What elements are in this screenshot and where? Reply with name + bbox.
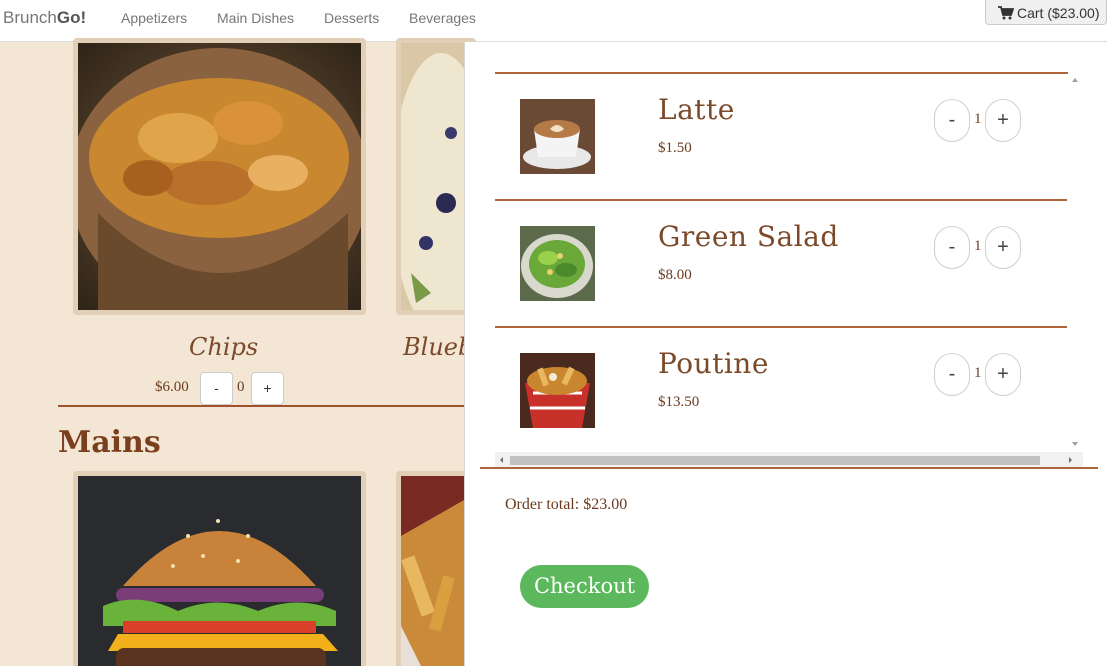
brand-bold: Go! [56,8,87,27]
nav-link-main-dishes[interactable]: Main Dishes [217,10,294,26]
navbar: BrunchGo! Appetizers Main Dishes Dessert… [0,0,1107,42]
nav-link-desserts[interactable]: Desserts [324,10,379,26]
nav-link-beverages[interactable]: Beverages [409,10,476,26]
checkout-button[interactable]: Checkout [520,565,649,608]
cart-item-name: Poutine [658,347,769,380]
cart-footer-divider [480,467,1098,469]
cart-list-top-divider [495,72,1068,74]
brand-logo[interactable]: BrunchGo! [3,8,86,28]
cart-item-price: $13.50 [658,394,700,410]
horizontal-scroll-thumb[interactable] [510,456,1040,465]
cart-item-divider [495,199,1068,201]
order-total: Order total: $23.00 [505,496,628,513]
scroll-up-arrow-icon[interactable] [1067,74,1083,86]
cart-button[interactable]: Cart ($23.00) [985,0,1107,25]
cart-item-quantity: 1 [974,365,982,381]
menu-item-title: Chips [189,333,259,361]
menu-item-quantity: 0 [237,379,245,395]
cart-item-price: $8.00 [658,267,692,283]
cart-increase-button[interactable]: + [985,353,1021,396]
decrease-quantity-button[interactable]: - [200,372,233,405]
cart-panel: Latte $1.50 - 1 + Green Salad $8.00 - 1 … [464,42,1107,666]
menu-item-price: $6.00 [155,379,189,395]
burger-photo [73,471,366,666]
cart-increase-button[interactable]: + [985,99,1021,142]
green-salad-thumbnail [520,226,595,301]
latte-thumbnail [520,99,595,174]
cart-button-label: Cart ($23.00) [1017,5,1100,21]
cart-item-name: Latte [658,93,735,126]
cart-item-quantity: 1 [974,111,982,127]
poutine-thumbnail [520,353,595,428]
cart-decrease-button[interactable]: - [934,353,970,396]
chips-photo [73,38,366,315]
brand-light: Brunch [3,8,57,27]
menu-item-title: Blueb [403,333,474,361]
cart-decrease-button[interactable]: - [934,226,970,269]
nav-link-appetizers[interactable]: Appetizers [121,10,187,26]
cart-item-price: $1.50 [658,140,692,156]
scroll-right-arrow-icon[interactable] [1063,452,1077,468]
cart-list-vertical-scrollbar[interactable] [1067,74,1083,450]
cart-decrease-button[interactable]: - [934,99,970,142]
scroll-down-arrow-icon[interactable] [1067,438,1083,450]
increase-quantity-button[interactable]: + [251,372,284,405]
cart-item-name: Green Salad [658,220,839,253]
section-title-mains: Mains [58,425,161,460]
cart-item-divider [495,326,1068,328]
cart-item-quantity: 1 [974,238,982,254]
section-divider [58,405,468,407]
cart-increase-button[interactable]: + [985,226,1021,269]
shopping-cart-icon [998,6,1014,20]
cart-list-horizontal-scrollbar[interactable] [495,452,1083,468]
scroll-left-arrow-icon[interactable] [495,452,509,468]
